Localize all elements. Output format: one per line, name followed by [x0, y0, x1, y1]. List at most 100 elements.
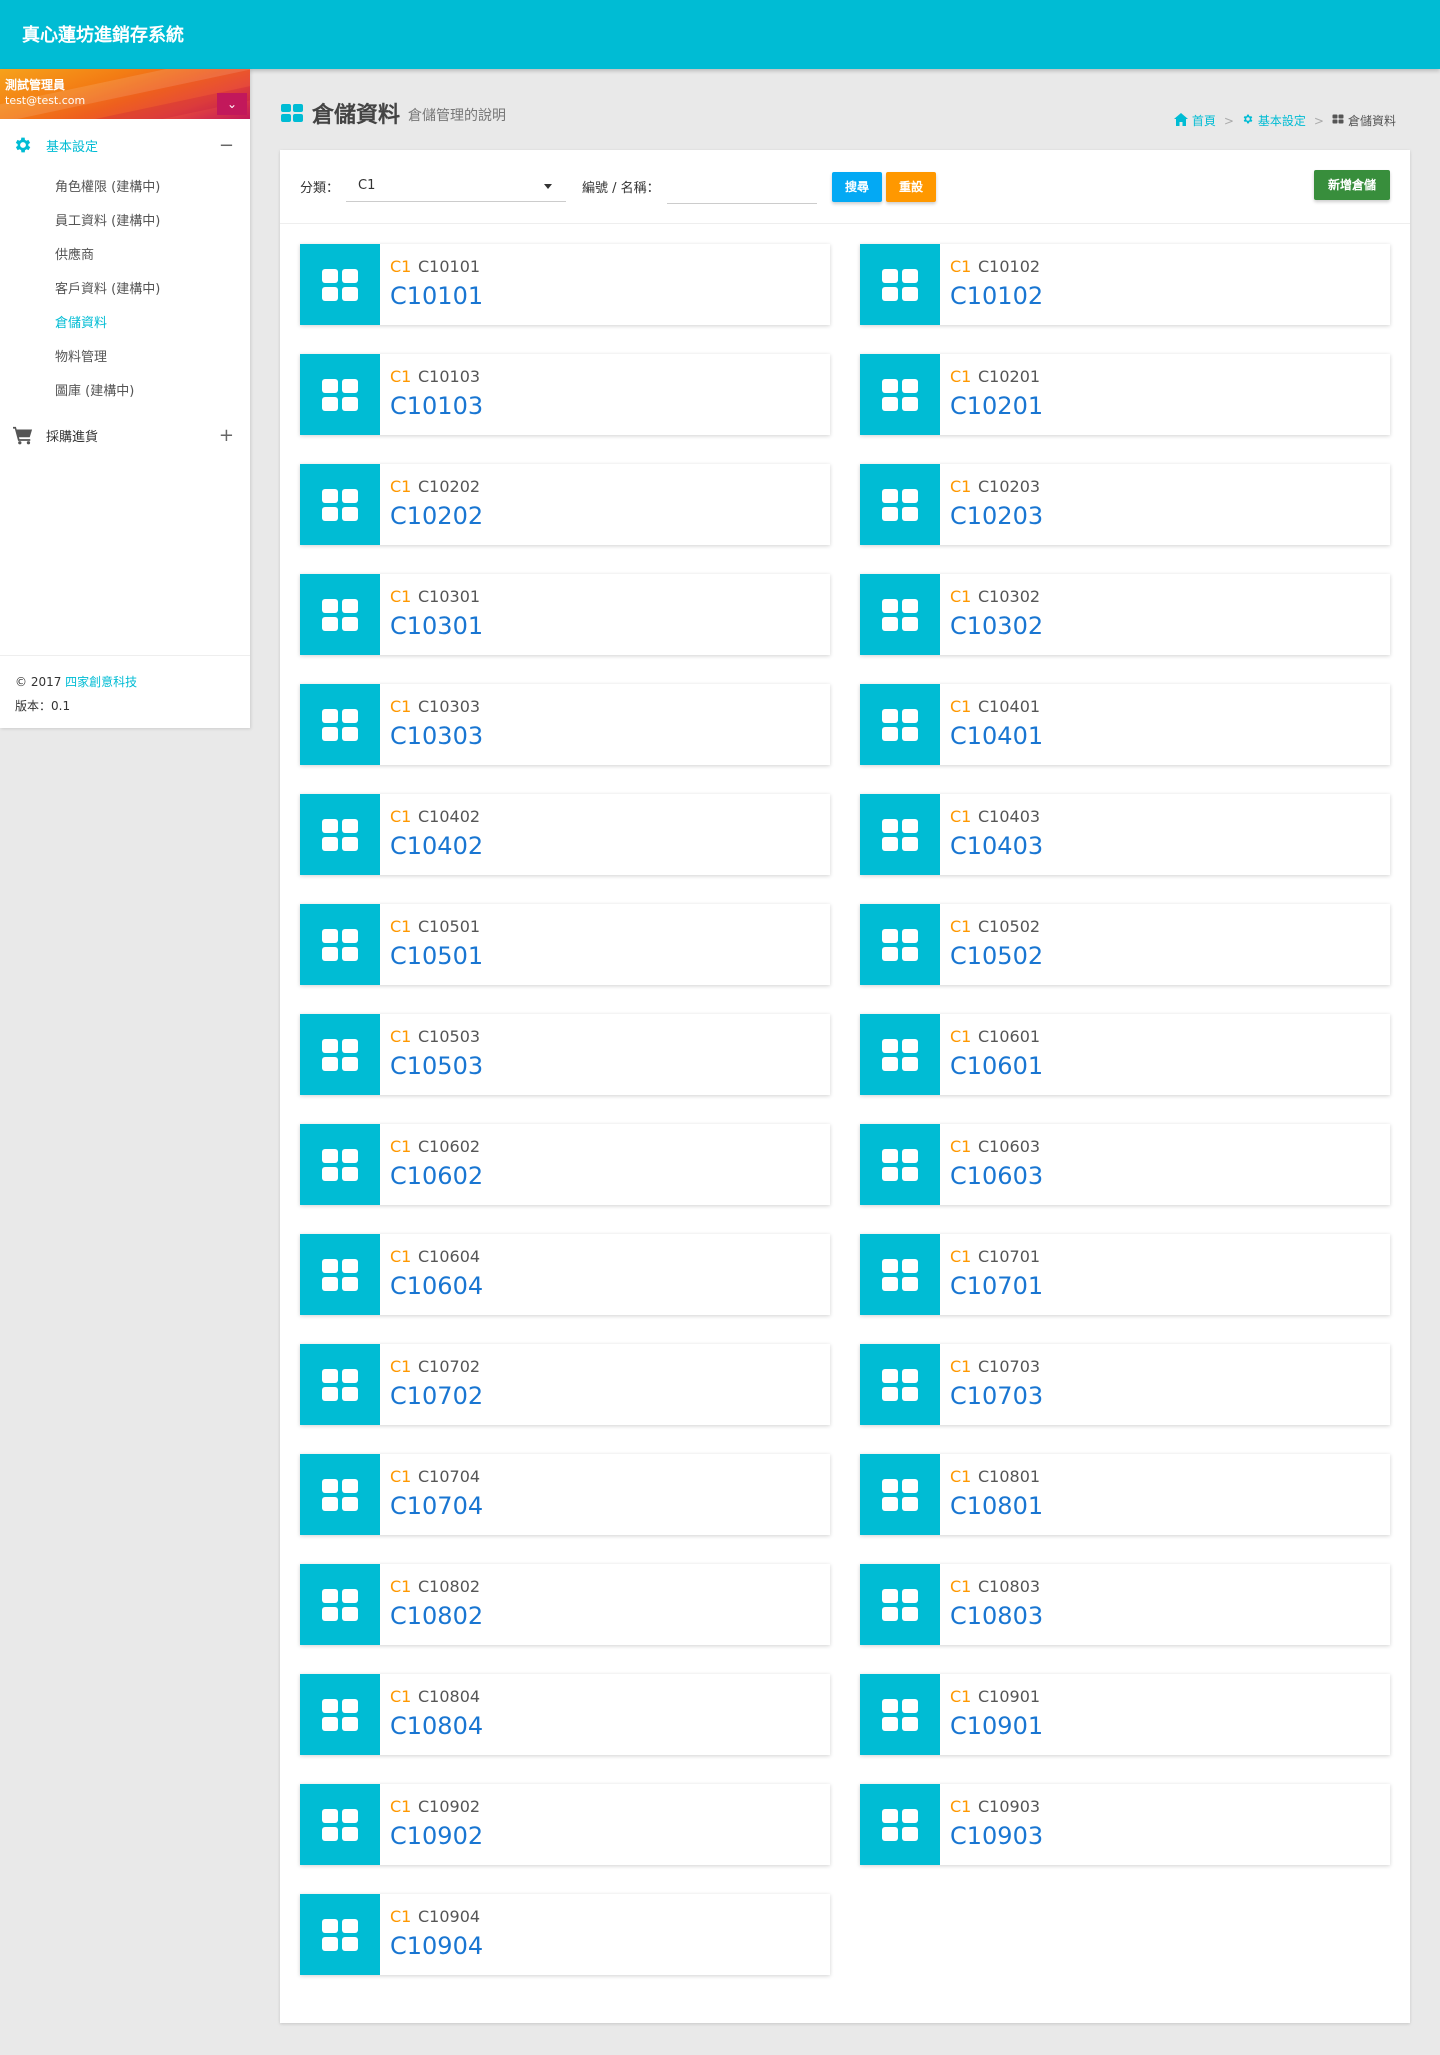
warehouse-name[interactable]: C10704	[390, 1492, 483, 1520]
warehouse-name[interactable]: C10302	[950, 612, 1043, 640]
warehouse-name[interactable]: C10603	[950, 1162, 1043, 1190]
warehouse-card[interactable]: C1 C10301 C10301	[300, 574, 830, 655]
warehouse-code: C10702	[418, 1357, 481, 1376]
warehouse-card[interactable]: C1 C10202 C10202	[300, 464, 830, 545]
warehouse-name[interactable]: C10904	[390, 1932, 483, 1960]
warehouse-name[interactable]: C10401	[950, 722, 1043, 750]
warehouse-name[interactable]: C10801	[950, 1492, 1043, 1520]
sidebar-item-suppliers[interactable]: 供應商	[0, 239, 250, 273]
warehouse-card[interactable]: C1 C10503 C10503	[300, 1014, 830, 1095]
add-warehouse-button[interactable]: 新增倉儲	[1314, 170, 1390, 200]
warehouse-card[interactable]: C1 C10501 C10501	[300, 904, 830, 985]
warehouse-card[interactable]: C1 C10703 C10703	[860, 1344, 1390, 1425]
warehouse-card[interactable]: C1 C10904 C10904	[300, 1894, 830, 1975]
warehouse-name[interactable]: C10702	[390, 1382, 483, 1410]
warehouse-card[interactable]: C1 C10603 C10603	[860, 1124, 1390, 1205]
page-header: 倉儲資料 倉儲管理的說明	[280, 98, 506, 128]
warehouse-card[interactable]: C1 C10604 C10604	[300, 1234, 830, 1315]
warehouse-card[interactable]: C1 C10801 C10801	[860, 1454, 1390, 1535]
warehouse-name[interactable]: C10201	[950, 392, 1043, 420]
warehouse-name[interactable]: C10804	[390, 1712, 483, 1740]
warehouse-name[interactable]: C10103	[390, 392, 483, 420]
breadcrumb-settings[interactable]: 基本設定	[1258, 112, 1306, 129]
warehouse-card[interactable]: C1 C10804 C10804	[300, 1674, 830, 1755]
warehouse-name[interactable]: C10903	[950, 1822, 1043, 1850]
search-button[interactable]: 搜尋	[832, 172, 882, 202]
breadcrumb-separator: >	[1313, 113, 1324, 128]
warehouse-card[interactable]: C1 C10701 C10701	[860, 1234, 1390, 1315]
warehouse-icon	[300, 1784, 380, 1865]
warehouse-card[interactable]: C1 C10704 C10704	[300, 1454, 830, 1535]
reset-button[interactable]: 重設	[886, 172, 936, 202]
warehouse-card[interactable]: C1 C10901 C10901	[860, 1674, 1390, 1755]
warehouse-name[interactable]: C10301	[390, 612, 483, 640]
warehouse-card[interactable]: C1 C10303 C10303	[300, 684, 830, 765]
warehouse-card[interactable]: C1 C10902 C10902	[300, 1784, 830, 1865]
warehouse-name[interactable]: C10403	[950, 832, 1043, 860]
sidebar-item-materials[interactable]: 物料管理	[0, 341, 250, 375]
warehouse-name[interactable]: C10802	[390, 1602, 483, 1630]
sidebar-group-basic-settings[interactable]: 基本設定 −	[0, 119, 250, 171]
warehouse-code: C10904	[418, 1907, 481, 1926]
warehouse-name[interactable]: C10203	[950, 502, 1043, 530]
warehouse-card[interactable]: C1 C10102 C10102	[860, 244, 1390, 325]
sidebar-item-customers[interactable]: 客戶資料 (建構中)	[0, 273, 250, 307]
collapse-icon[interactable]: −	[219, 135, 234, 156]
warehouse-card[interactable]: C1 C10602 C10602	[300, 1124, 830, 1205]
gear-icon	[1242, 113, 1254, 128]
warehouse-category: C1	[390, 1577, 412, 1596]
warehouse-name[interactable]: C10202	[390, 502, 483, 530]
warehouse-name[interactable]: C10601	[950, 1052, 1043, 1080]
sidebar-item-employees[interactable]: 員工資料 (建構中)	[0, 205, 250, 239]
warehouse-card[interactable]: C1 C10803 C10803	[860, 1564, 1390, 1645]
expand-icon[interactable]: +	[219, 425, 234, 446]
warehouse-card[interactable]: C1 C10402 C10402	[300, 794, 830, 875]
warehouse-category: C1	[390, 1027, 412, 1046]
warehouse-category: C1	[390, 477, 412, 496]
warehouse-card[interactable]: C1 C10302 C10302	[860, 574, 1390, 655]
sidebar-item-gallery[interactable]: 圖庫 (建構中)	[0, 375, 250, 409]
warehouse-name[interactable]: C10102	[950, 282, 1043, 310]
warehouse-card[interactable]: C1 C10401 C10401	[860, 684, 1390, 765]
warehouse-name[interactable]: C10502	[950, 942, 1043, 970]
warehouse-name[interactable]: C10803	[950, 1602, 1043, 1630]
warehouse-code: C10503	[418, 1027, 481, 1046]
warehouse-name[interactable]: C10101	[390, 282, 483, 310]
warehouse-name[interactable]: C10602	[390, 1162, 483, 1190]
warehouse-card[interactable]: C1 C10101 C10101	[300, 244, 830, 325]
warehouse-name[interactable]: C10901	[950, 1712, 1043, 1740]
warehouse-card[interactable]: C1 C10702 C10702	[300, 1344, 830, 1425]
sidebar-group-purchasing[interactable]: 採購進貨 +	[0, 409, 250, 461]
sidebar-item-roles[interactable]: 角色權限 (建構中)	[0, 171, 250, 205]
warehouse-name[interactable]: C10303	[390, 722, 483, 750]
user-menu-toggle[interactable]: ⌄	[217, 93, 247, 115]
warehouse-card[interactable]: C1 C10802 C10802	[300, 1564, 830, 1645]
copyright-text: © 2017	[15, 675, 66, 689]
warehouse-card[interactable]: C1 C10502 C10502	[860, 904, 1390, 985]
warehouse-name[interactable]: C10402	[390, 832, 483, 860]
warehouse-category: C1	[950, 257, 972, 276]
warehouse-card[interactable]: C1 C10601 C10601	[860, 1014, 1390, 1095]
warehouse-card[interactable]: C1 C10103 C10103	[300, 354, 830, 435]
warehouse-name[interactable]: C10703	[950, 1382, 1043, 1410]
warehouse-card[interactable]: C1 C10903 C10903	[860, 1784, 1390, 1865]
warehouse-name[interactable]: C10503	[390, 1052, 483, 1080]
warehouse-card[interactable]: C1 C10201 C10201	[860, 354, 1390, 435]
warehouse-name[interactable]: C10701	[950, 1272, 1043, 1300]
version-text: 版本：0.1	[15, 699, 71, 713]
company-link[interactable]: 四家創意科技	[65, 675, 137, 689]
warehouse-name[interactable]: C10902	[390, 1822, 483, 1850]
search-input[interactable]	[667, 170, 817, 204]
app-title[interactable]: 真心蓮坊進銷存系統	[22, 21, 184, 47]
breadcrumb-home[interactable]: 首頁	[1192, 112, 1216, 129]
warehouse-card[interactable]: C1 C10403 C10403	[860, 794, 1390, 875]
category-select[interactable]: C1	[346, 170, 566, 202]
warehouse-name[interactable]: C10501	[390, 942, 483, 970]
warehouse-code: C10601	[978, 1027, 1041, 1046]
sidebar-item-warehouses[interactable]: 倉儲資料	[0, 307, 250, 341]
warehouse-name[interactable]: C10604	[390, 1272, 483, 1300]
warehouse-code: C10203	[978, 477, 1041, 496]
warehouse-card[interactable]: C1 C10203 C10203	[860, 464, 1390, 545]
home-icon	[1173, 112, 1188, 129]
warehouse-icon	[300, 1564, 380, 1645]
